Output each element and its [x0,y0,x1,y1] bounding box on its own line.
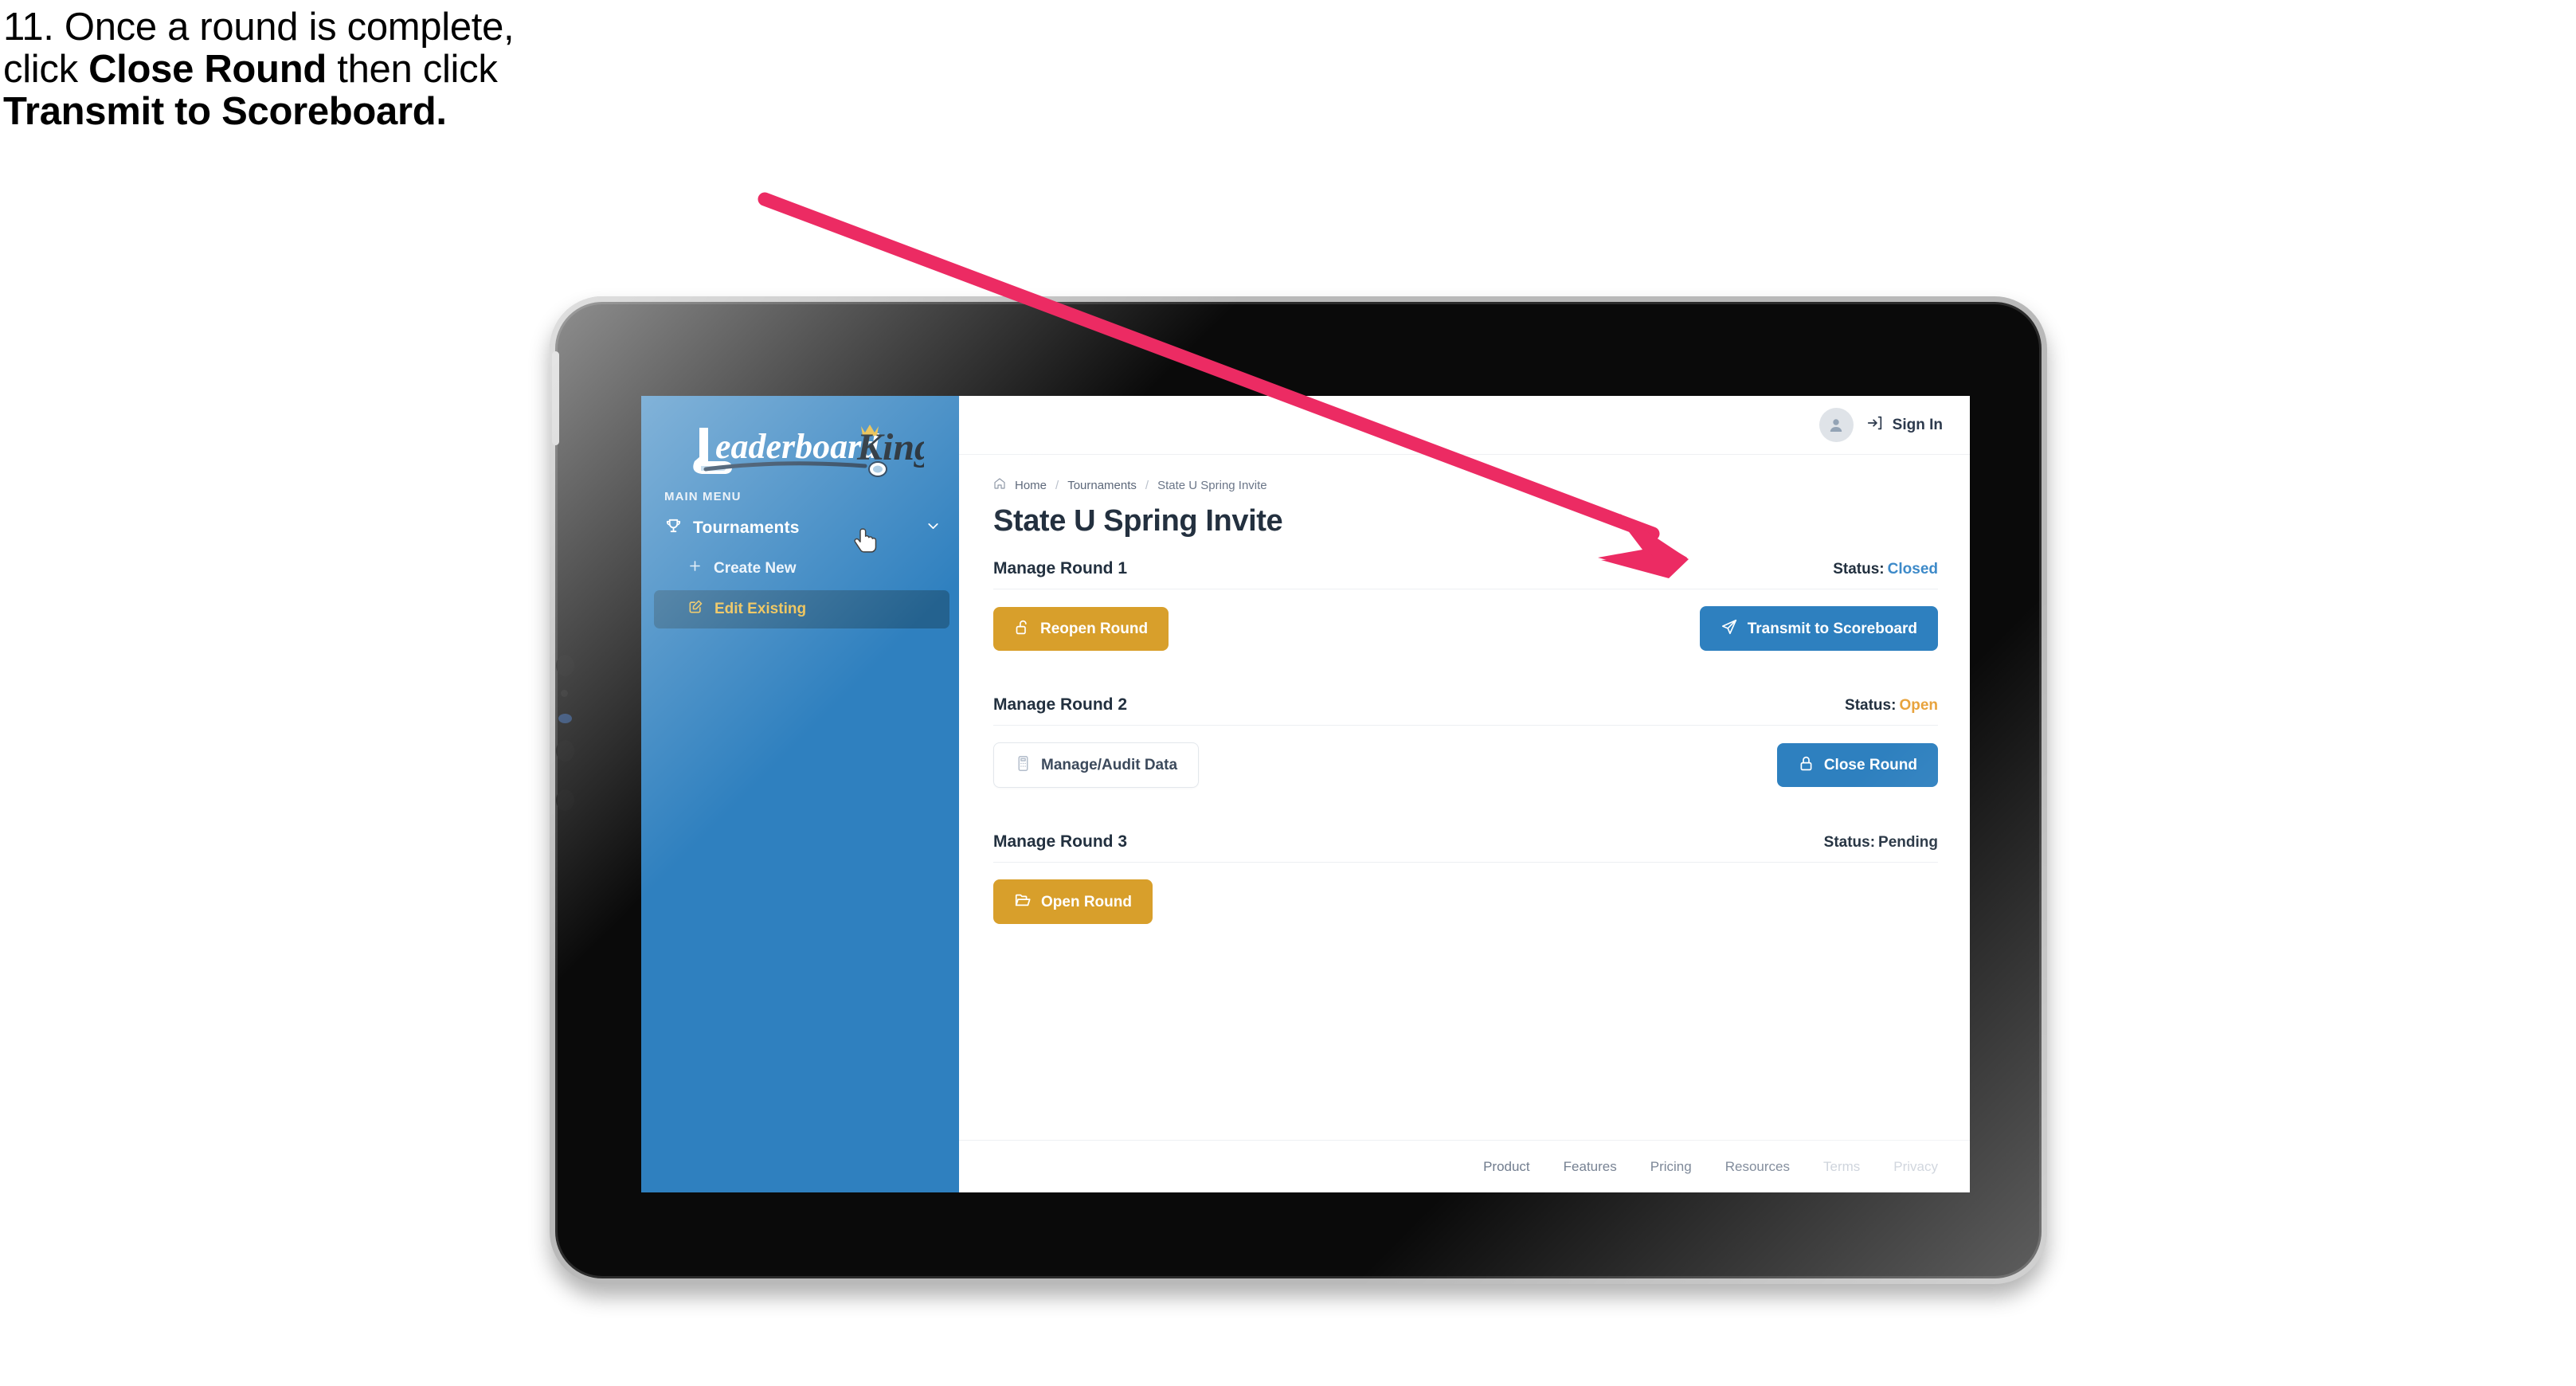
round-status: Status: Closed [1833,561,1938,578]
caption-line-2: click Close Round then click [3,47,848,91]
status-badge: Pending [1878,834,1938,851]
sign-in-label: Sign In [1892,416,1943,433]
mouse-cursor-pointer [853,527,880,558]
calculator-icon [1015,755,1032,775]
round-actions: Manage/Audit Data Close Round [993,725,1938,820]
footer-link-resources[interactable]: Resources [1725,1159,1790,1175]
page-content: Home / Tournaments / State U Spring Invi… [959,455,1970,1140]
breadcrumb-separator: / [1055,478,1059,492]
lock-icon [1798,755,1815,775]
caption-bold-close-round: Close Round [88,47,327,91]
svg-text:eaderboard: eaderboard [715,427,879,466]
status-label: Status: [1833,561,1885,578]
round-status: Status: Pending [1824,834,1938,852]
round-actions: Reopen Round Transmit to Scoreboard [993,589,1938,683]
round-header: Manage Round 2 Status: Open [993,695,1938,725]
manage-audit-data-label: Manage/Audit Data [1041,757,1178,773]
round-section-2: Manage Round 2 Status: Open Manage/Audit … [993,695,1938,820]
round-actions: Open Round [993,862,1938,956]
tablet-device-frame: eaderboard King MAIN MENU [550,296,2047,1284]
sign-in-arrow-icon [1866,414,1884,437]
reopen-round-button[interactable]: Reopen Round [993,606,1169,651]
open-round-label: Open Round [1041,893,1132,910]
edit-square-icon [687,599,703,620]
sidebar: eaderboard King MAIN MENU [641,396,959,1192]
footer-links: Product Features Pricing Resources Terms… [959,1140,1970,1192]
tablet-screen: eaderboard King MAIN MENU [641,396,1970,1192]
sidebar-item-edit-existing[interactable]: Edit Existing [654,590,949,628]
round-title: Manage Round 1 [993,559,1128,578]
sidebar-item-label-edit-existing: Edit Existing [714,601,807,617]
close-round-label: Close Round [1823,757,1917,773]
footer-link-terms[interactable]: Terms [1823,1159,1860,1175]
volume-down-button[interactable] [556,740,574,762]
round-header: Manage Round 3 Status: Pending [993,832,1938,862]
caption-line-2-post: then click [326,47,498,91]
footer-link-product[interactable]: Product [1483,1159,1530,1175]
main-content: Sign In Home / Tournaments / State U Spr… [959,396,1970,1192]
footer-link-privacy[interactable]: Privacy [1893,1159,1938,1175]
status-label: Status: [1845,697,1897,714]
reopen-round-label: Reopen Round [1040,620,1149,637]
status-badge: Open [1899,697,1938,714]
caption-bold-transmit: Transmit to Scoreboard. [3,89,447,133]
sidebar-item-label-tournaments: Tournaments [693,519,800,537]
sidebar-section-label: MAIN MENU [664,490,742,503]
unlock-icon [1014,619,1031,639]
sign-in-button[interactable]: Sign In [1866,414,1943,437]
plus-icon [687,558,703,578]
round-section-1: Manage Round 1 Status: Closed Reopen Roun… [993,559,1938,683]
sidebar-item-label-create-new: Create New [714,559,797,577]
footer-link-pricing[interactable]: Pricing [1650,1159,1692,1175]
chevron-down-icon[interactable] [925,518,942,538]
breadcrumb-separator: / [1145,478,1149,492]
manage-audit-data-button[interactable]: Manage/Audit Data [993,742,1200,788]
round-header: Manage Round 1 Status: Closed [993,559,1938,589]
home-icon[interactable] [993,477,1006,493]
indicator-light [558,714,572,723]
round-section-3: Manage Round 3 Status: Pending Open Round [993,832,1938,956]
open-folder-icon [1014,891,1032,912]
transmit-to-scoreboard-button[interactable]: Transmit to Scoreboard [1699,606,1938,651]
app-logo[interactable]: eaderboard King [641,396,959,484]
close-round-button[interactable]: Close Round [1776,743,1938,787]
leaderboard-king-logo-icon: eaderboard King [692,425,924,477]
caption-line-2-pre: click [3,47,89,91]
breadcrumb-item-tournaments[interactable]: Tournaments [1067,479,1137,492]
breadcrumb: Home / Tournaments / State U Spring Invi… [993,477,1938,493]
round-title: Manage Round 2 [993,695,1128,714]
sidebar-item-tournaments[interactable]: Tournaments [641,503,959,550]
trophy-icon [664,517,683,539]
instruction-caption: 11. Once a round is complete, click Clos… [3,6,848,135]
status-badge: Closed [1887,561,1938,578]
page-title: State U Spring Invite [993,504,1283,538]
open-round-button[interactable]: Open Round [993,879,1153,924]
footer-link-features[interactable]: Features [1564,1159,1617,1175]
transmit-to-scoreboard-label: Transmit to Scoreboard [1747,620,1917,637]
volume-up-button[interactable] [556,655,574,676]
caption-line-1: 11. Once a round is complete, [3,6,515,49]
top-bar: Sign In [959,396,1970,455]
microphone-hole [561,690,568,697]
power-button[interactable] [552,351,559,445]
side-port [556,789,574,811]
breadcrumb-item-current: State U Spring Invite [1157,478,1267,492]
status-label: Status: [1823,834,1876,851]
breadcrumb-item-home[interactable]: Home [1015,479,1047,492]
round-title: Manage Round 3 [993,832,1128,851]
round-status: Status: Open [1845,697,1938,715]
sidebar-item-create-new[interactable]: Create New [641,550,959,587]
caption-line-3: Transmit to Scoreboard. [3,92,848,132]
svg-text:King: King [856,426,924,468]
user-avatar-icon[interactable] [1818,408,1854,442]
paper-plane-icon [1721,618,1738,639]
